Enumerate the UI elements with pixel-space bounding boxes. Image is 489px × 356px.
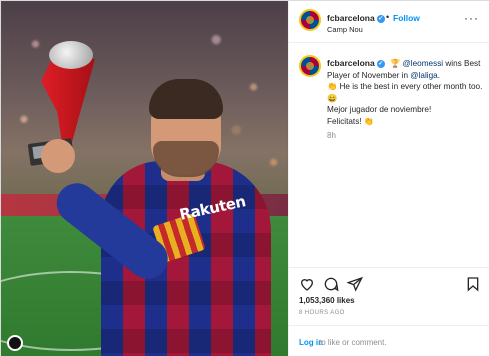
caption-avatar[interactable]: [299, 55, 321, 77]
posted-date[interactable]: 8 HOURS AGO: [299, 310, 345, 316]
post-actions: 1,053,360 likes 8 HOURS AGO: [289, 267, 489, 325]
verified-badge-icon: ✓: [376, 14, 385, 23]
login-prompt-text: to like or comment.: [319, 338, 387, 347]
league-logo-icon: [7, 335, 23, 351]
comment-time-ago: 8h: [327, 131, 336, 140]
account-avatar[interactable]: [299, 9, 321, 31]
likes-count[interactable]: 1,053,360 likes: [299, 296, 355, 305]
caption-line-4: Felicitats! 👏: [327, 116, 375, 126]
follow-button[interactable]: Follow: [393, 13, 420, 23]
player-hand: [41, 139, 75, 173]
caption-text: fcbarcelona ✓ 🏆 @leomessi wins Best Playe…: [327, 58, 485, 127]
post-header: fcbarcelona ✓ • Follow Camp Nou ···: [289, 1, 489, 43]
location-link[interactable]: Camp Nou: [327, 25, 363, 34]
mention-laliga[interactable]: @laliga: [410, 71, 437, 80]
more-options-icon[interactable]: ···: [464, 11, 479, 25]
instagram-post: Rakuten fcbarcelona ✓ • Follow Camp Nou ·…: [0, 0, 489, 356]
caption-line-2: 👏 He is the best in every other month to…: [327, 82, 483, 103]
caption-username[interactable]: fcbarcelona ✓: [327, 58, 385, 68]
trophy-ball: [49, 41, 93, 69]
heart-icon[interactable]: [299, 276, 315, 292]
caption-line-3: Mejor jugador de noviembre!: [327, 105, 432, 114]
login-prompt: Log in to like or comment.: [289, 325, 489, 356]
mention-leomessi[interactable]: @leomessi: [402, 59, 443, 68]
player-hair: [149, 79, 223, 119]
comment-icon[interactable]: [323, 276, 339, 292]
bookmark-icon[interactable]: [465, 276, 481, 292]
share-icon[interactable]: [346, 276, 363, 292]
trophy-emoji: 🏆: [390, 59, 401, 68]
account-username[interactable]: fcbarcelona ✓: [327, 13, 385, 23]
separator-dot: •: [386, 12, 390, 22]
post-photo[interactable]: Rakuten: [1, 1, 288, 356]
verified-badge-icon: ✓: [376, 59, 385, 68]
post-side-panel: fcbarcelona ✓ • Follow Camp Nou ··· fcbar…: [288, 1, 489, 356]
caption-text-2: .: [437, 70, 440, 80]
